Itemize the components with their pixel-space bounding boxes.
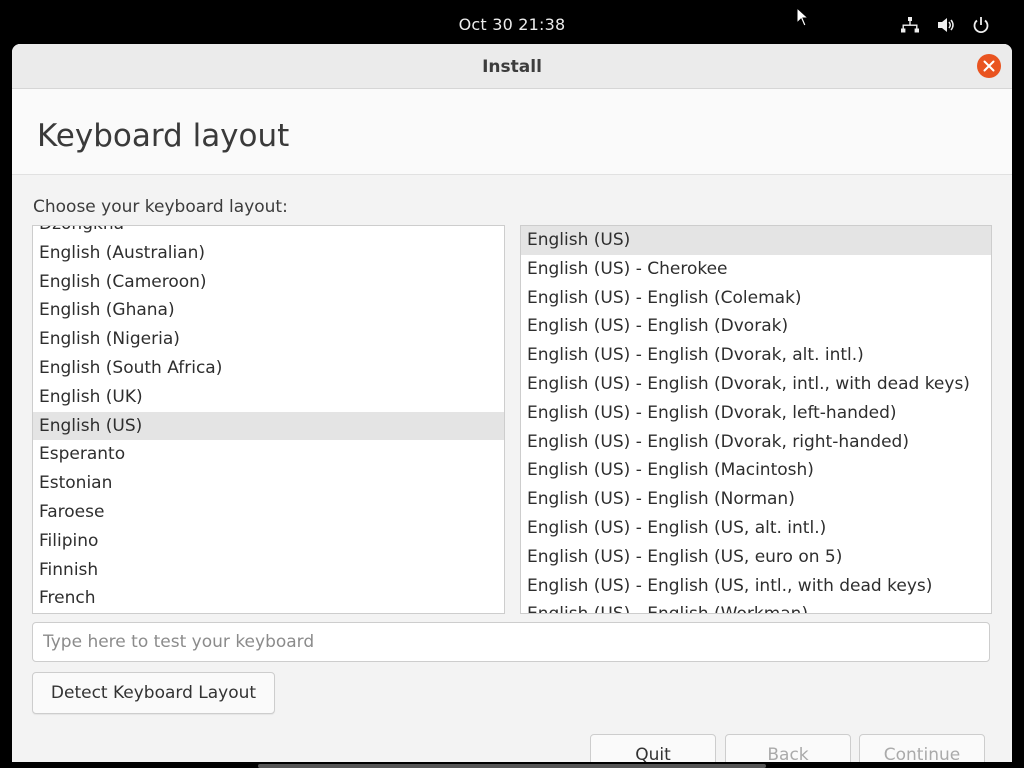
keyboard-test-input[interactable] — [32, 622, 990, 662]
layout-list-item[interactable]: Faroese — [33, 498, 504, 527]
variant-list-item[interactable]: English (US) - English (Workman) — [521, 600, 991, 613]
variant-list-item[interactable]: English (US) - English (US, intl., with … — [521, 572, 991, 601]
layout-list-item[interactable]: English (Cameroon) — [33, 268, 504, 297]
detect-keyboard-layout-button[interactable]: Detect Keyboard Layout — [32, 672, 275, 714]
layout-list-item[interactable]: English (Ghana) — [33, 296, 504, 325]
layout-list-item[interactable]: English (UK) — [33, 383, 504, 412]
layout-list-items: DzongkhaEnglish (Australian)English (Cam… — [33, 226, 504, 613]
variant-list-item[interactable]: English (US) - English (Norman) — [521, 485, 991, 514]
mouse-cursor-icon — [796, 7, 810, 27]
window-title: Install — [482, 57, 542, 77]
variant-list-items: English (US) English (US) - Cherokee Engli… — [521, 226, 991, 613]
installer-window: Install Keyboard layout Choose your keyb… — [12, 44, 1012, 768]
layout-list-item[interactable]: Esperanto — [33, 440, 504, 469]
variant-list-item[interactable]: English (US) — [521, 226, 991, 255]
volume-icon[interactable] — [936, 16, 956, 34]
layout-list-item[interactable]: English (South Africa) — [33, 354, 504, 383]
layout-list-item[interactable]: French — [33, 584, 504, 613]
variant-list-item[interactable]: English (US) - English (Colemak) — [521, 284, 991, 313]
variant-list-item[interactable]: English (US) - English (Macintosh) — [521, 456, 991, 485]
clock-datetime[interactable]: Oct 30 21:38 — [0, 14, 1024, 36]
layout-list-item[interactable]: Dzongkha — [33, 226, 504, 239]
close-icon — [983, 60, 995, 72]
layout-list-item[interactable]: English (Nigeria) — [33, 325, 504, 354]
layout-list[interactable]: DzongkhaEnglish (Australian)English (Cam… — [32, 225, 505, 614]
variant-list-item[interactable]: English (US) - English (Dvorak, intl., w… — [521, 370, 991, 399]
choose-layout-label: Choose your keyboard layout: — [33, 197, 288, 217]
variant-list-item[interactable]: English (US) - English (US, alt. intl.) — [521, 514, 991, 543]
layout-list-item[interactable]: Estonian — [33, 469, 504, 498]
close-button[interactable] — [977, 54, 1001, 78]
network-icon[interactable] — [900, 16, 920, 34]
variant-list-item[interactable]: English (US) - English (US, euro on 5) — [521, 543, 991, 572]
layout-list-item[interactable]: English (US) — [33, 411, 504, 441]
variant-list-item[interactable]: English (US) - English (Dvorak, alt. int… — [521, 341, 991, 370]
layout-list-item[interactable]: Finnish — [33, 556, 504, 585]
variant-list-item[interactable]: English (US) - Cherokee — [521, 255, 991, 284]
variant-list-item[interactable]: English (US) - English (Dvorak, right-ha… — [521, 428, 991, 457]
top-panel: Oct 30 21:38 — [0, 0, 1024, 44]
power-icon[interactable] — [971, 16, 991, 34]
variant-list-item[interactable]: English (US) - English (Dvorak, left-han… — [521, 399, 991, 428]
window-drag-handle[interactable] — [258, 764, 766, 768]
variant-list[interactable]: English (US) English (US) - Cherokee Engli… — [520, 225, 992, 614]
page-title: Keyboard layout — [37, 118, 290, 154]
layout-list-item[interactable]: Filipino — [33, 527, 504, 556]
layout-list-item[interactable]: English (Australian) — [33, 239, 504, 268]
variant-list-item[interactable]: English (US) - English (Dvorak) — [521, 312, 991, 341]
window-titlebar[interactable]: Install — [12, 44, 1012, 89]
